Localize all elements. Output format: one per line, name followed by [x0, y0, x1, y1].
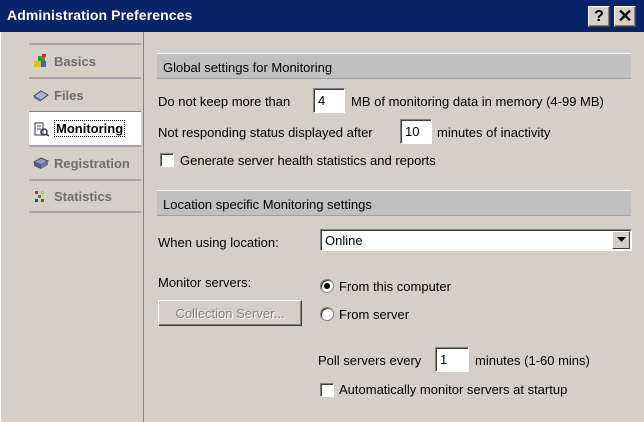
- radio-from-this-computer-label: From this computer: [339, 279, 451, 294]
- health-stats-checkbox[interactable]: [160, 153, 174, 167]
- sidebar-item-label: Registration: [54, 155, 130, 171]
- health-stats-label: Generate server health statistics and re…: [180, 153, 436, 168]
- registration-icon: [32, 155, 50, 171]
- basics-icon: [32, 53, 50, 69]
- monitoring-icon: [32, 121, 50, 137]
- help-button[interactable]: ?: [588, 6, 610, 27]
- close-button[interactable]: ✕: [614, 6, 636, 27]
- radio-from-this-computer[interactable]: [320, 279, 334, 293]
- radio-selected-dot: [324, 283, 330, 289]
- keep-data-input[interactable]: 4: [313, 88, 345, 113]
- statistics-icon: [32, 188, 50, 204]
- title-bar[interactable]: Administration Preferences ? ✕: [0, 0, 644, 32]
- window-title: Administration Preferences: [7, 7, 193, 23]
- when-using-location-label: When using location:: [158, 235, 279, 250]
- sidebar-item-registration[interactable]: Registration: [29, 145, 141, 179]
- sidebar-item-basics[interactable]: Basics: [29, 43, 141, 77]
- sidebar-item-label: Monitoring: [54, 120, 126, 137]
- keep-data-unit-label: MB of monitoring data in memory (4-99 MB…: [351, 94, 604, 109]
- not-responding-label: Not responding status displayed after: [158, 125, 373, 140]
- sidebar-item-label: Basics: [54, 53, 96, 69]
- files-icon: [32, 87, 50, 103]
- poll-interval-input[interactable]: 1: [435, 347, 469, 372]
- not-responding-unit-label: minutes of inactivity: [437, 125, 551, 140]
- sidebar-item-files[interactable]: Files: [29, 77, 141, 111]
- location-select[interactable]: Online: [320, 229, 632, 251]
- poll-interval-unit-label: minutes (1-60 mins): [475, 353, 590, 368]
- radio-from-server[interactable]: [320, 307, 334, 321]
- sidebar-item-monitoring[interactable]: Monitoring: [29, 111, 141, 145]
- sidebar-item-statistics[interactable]: Statistics: [29, 179, 141, 213]
- sidebar: Basics Files Monitoring Registration Sta…: [4, 32, 144, 422]
- location-settings-header: Location specific Monitoring settings: [157, 190, 631, 216]
- keep-data-label: Do not keep more than: [158, 94, 291, 109]
- sidebar-item-label: Statistics: [54, 188, 112, 204]
- location-select-value: Online: [325, 233, 363, 248]
- auto-monitor-checkbox[interactable]: [320, 383, 334, 397]
- monitoring-panel: Global settings for Monitoring Do not ke…: [145, 32, 644, 422]
- administration-preferences-window: Administration Preferences ? ✕ Basics Fi…: [0, 0, 644, 422]
- sidebar-item-label: Files: [54, 87, 84, 103]
- monitor-servers-label: Monitor servers:: [158, 275, 252, 290]
- chevron-down-icon[interactable]: [612, 231, 630, 249]
- global-settings-header: Global settings for Monitoring: [157, 53, 631, 79]
- auto-monitor-label: Automatically monitor servers at startup: [339, 382, 568, 397]
- poll-servers-label: Poll servers every: [318, 353, 422, 368]
- collection-server-button: Collection Server...: [158, 300, 302, 326]
- not-responding-input[interactable]: 10: [400, 119, 432, 144]
- radio-from-server-label: From server: [339, 307, 410, 322]
